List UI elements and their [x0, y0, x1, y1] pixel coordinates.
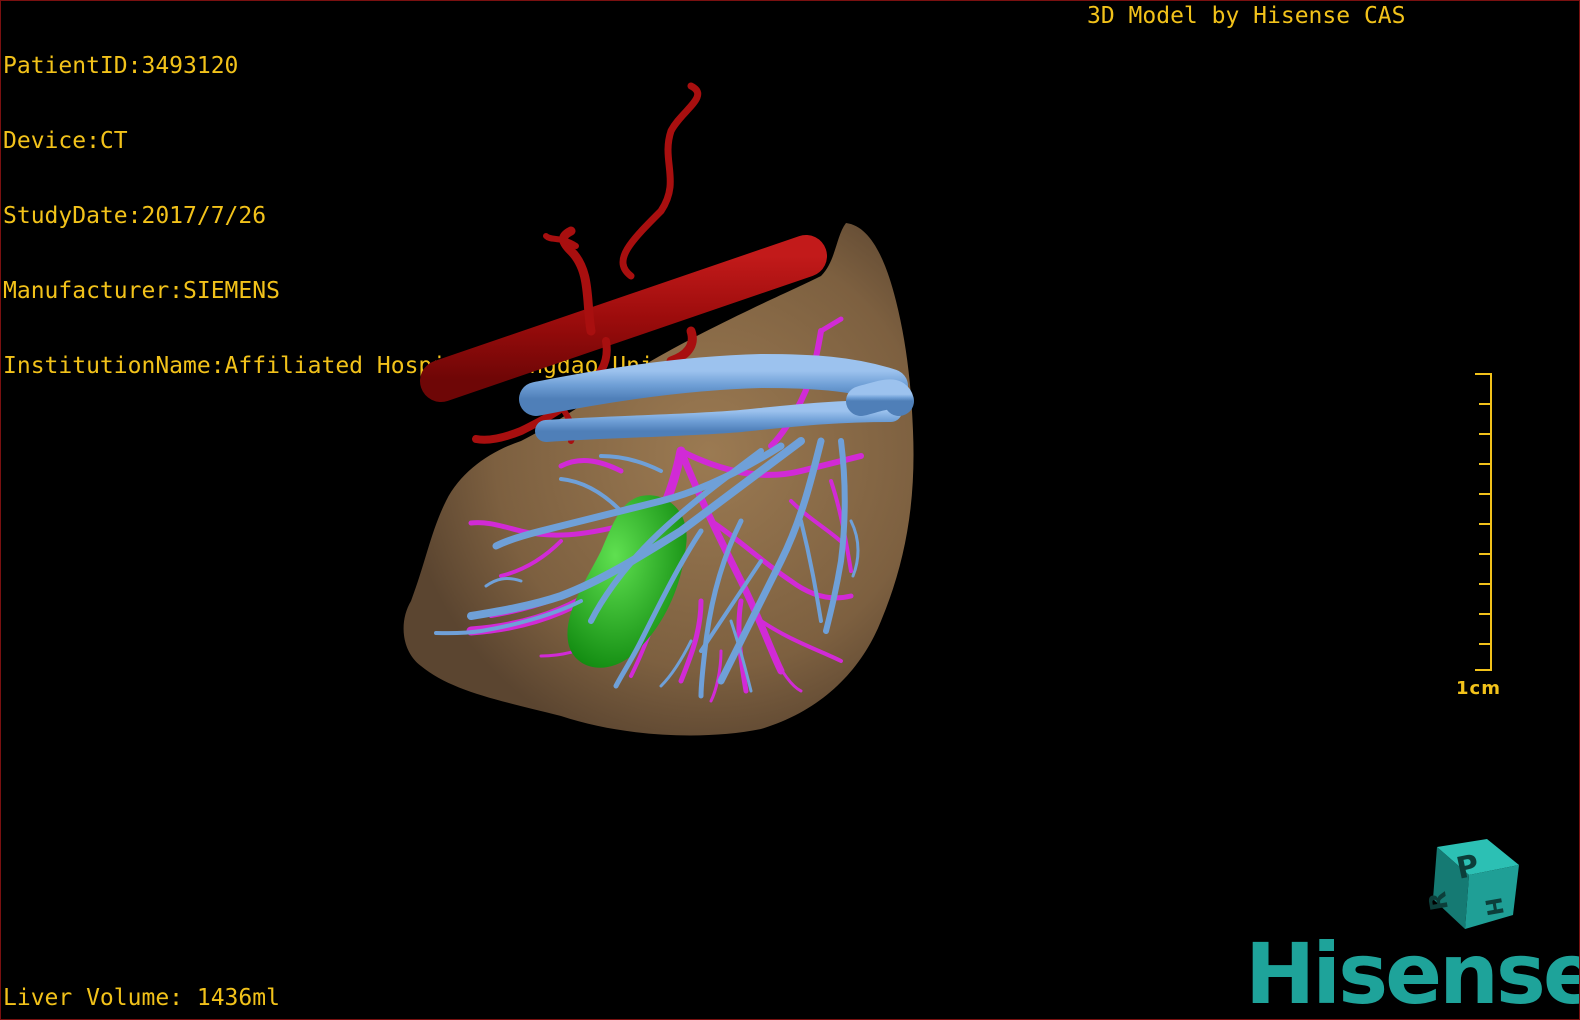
scale-bar-label: 1cm — [1456, 678, 1501, 699]
3d-viewport[interactable]: PatientID:3493120 Device:CT StudyDate:20… — [0, 0, 1580, 1020]
liver-3d-model[interactable] — [1, 1, 1580, 1020]
hisense-logo: Hisense — [1245, 925, 1580, 1020]
cube-face-r: R — [1423, 890, 1454, 913]
scale-ruler-icon — [1475, 373, 1492, 671]
liver-volume-text: Liver Volume: 1436ml — [3, 985, 280, 1011]
